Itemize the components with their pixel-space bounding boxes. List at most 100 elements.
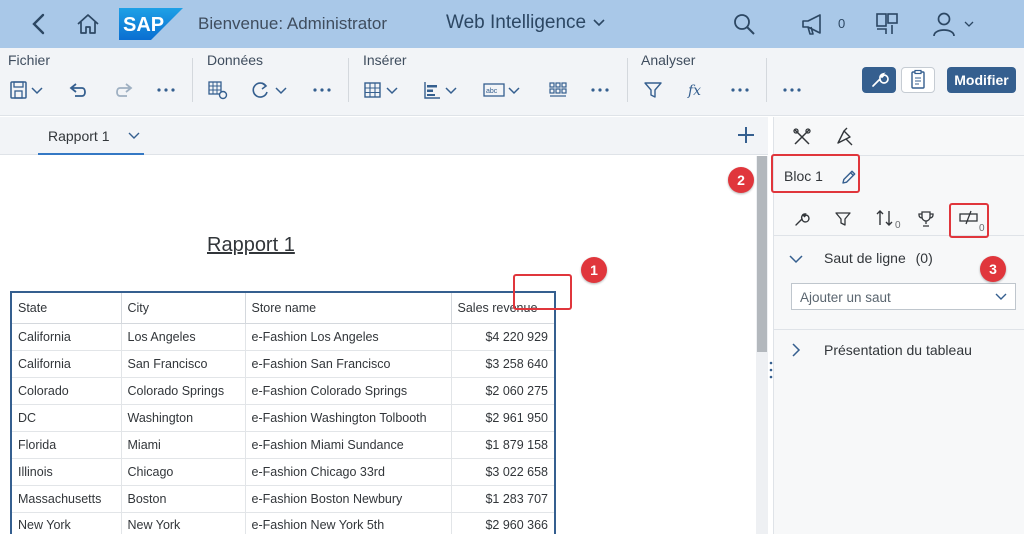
insert-chart-icon[interactable] [422, 80, 460, 100]
table-cell[interactable]: California [11, 323, 122, 351]
chevron-down-icon[interactable] [789, 254, 803, 264]
table-cell[interactable]: Washington [121, 404, 246, 432]
table-cell[interactable]: California [11, 350, 122, 378]
megaphone-icon[interactable] [800, 11, 826, 37]
table-cell[interactable]: Colorado Springs [121, 377, 246, 405]
table-cell[interactable]: Illinois [11, 458, 122, 486]
more-icon[interactable] [311, 80, 333, 100]
more-icon[interactable] [781, 80, 803, 100]
filter-icon[interactable] [834, 210, 852, 228]
add-report-icon[interactable] [736, 125, 756, 145]
chevron-down-icon[interactable] [128, 132, 140, 140]
add-break-select[interactable]: Ajouter un saut [791, 283, 1016, 310]
data-table[interactable]: State City Store name Sales revenue Cali… [10, 291, 556, 534]
more-icon[interactable] [589, 80, 611, 100]
table-cell[interactable]: $1 879 158 [451, 431, 556, 459]
table-cell[interactable]: San Francisco [121, 350, 246, 378]
line-break-section-title[interactable]: Saut de ligne (0) [824, 250, 933, 266]
table-row: California Los Angeles e-Fashion Los Angel… [11, 323, 556, 351]
user-icon[interactable] [932, 11, 956, 37]
table-presentation-title[interactable]: Présentation du tableau [824, 342, 972, 358]
tab-label: Rapport 1 [48, 128, 110, 144]
formula-icon[interactable]: fx [685, 80, 707, 100]
table-cell[interactable]: e-Fashion Colorado Springs [245, 377, 452, 405]
table-cell[interactable]: Los Angeles [121, 323, 246, 351]
table-cell[interactable]: Colorado [11, 377, 122, 405]
table-cell[interactable]: Chicago [121, 458, 246, 486]
table-cell[interactable]: $2 961 950 [451, 404, 556, 432]
chevron-right-icon[interactable] [791, 343, 801, 357]
app-title[interactable]: Web Intelligence [446, 12, 586, 34]
tab-rapport-1[interactable]: Rapport 1 [38, 117, 144, 155]
sap-logo[interactable]: SAP [119, 8, 183, 40]
insert-table-icon[interactable] [363, 80, 401, 100]
trophy-icon[interactable] [917, 210, 935, 228]
data-settings-icon[interactable] [207, 80, 229, 100]
wrench-icon [872, 72, 889, 87]
back-icon[interactable] [28, 12, 52, 36]
build-tools-button[interactable] [862, 67, 896, 93]
table-cell[interactable]: $3 258 640 [451, 350, 556, 378]
table-cell[interactable]: DC [11, 404, 122, 432]
table-cell[interactable]: e-Fashion New York 5th [245, 512, 452, 534]
welcome-text: Bienvenue: Administrator [198, 14, 387, 33]
wrench-icon[interactable] [793, 210, 811, 228]
callout-highlight-2 [771, 154, 860, 193]
table-cell[interactable]: Massachusetts [11, 485, 122, 513]
side-panel: Bloc 1 0 0 Saut de ligne (0) Ajouter un … [771, 117, 1024, 534]
home-icon[interactable] [76, 12, 100, 36]
toolbar-group-insert: Insérer [363, 52, 407, 68]
refresh-icon[interactable] [250, 80, 290, 100]
scrollbar-thumb[interactable] [757, 156, 767, 352]
build-icon[interactable] [792, 127, 812, 147]
clipboard-button[interactable] [901, 67, 935, 93]
insert-cell-icon[interactable]: abc [482, 80, 522, 100]
table-cell[interactable]: New York [121, 512, 246, 534]
table-cell[interactable]: e-Fashion San Francisco [245, 350, 452, 378]
shell-bar: SAP Bienvenue: Administrator Web Intelli… [0, 0, 1024, 48]
report-title[interactable]: Rapport 1 [207, 234, 295, 257]
callout-highlight-3 [949, 203, 989, 238]
table-cell[interactable]: $2 960 366 [451, 512, 556, 534]
table-cell[interactable]: Florida [11, 431, 122, 459]
table-cell[interactable]: e-Fashion Chicago 33rd [245, 458, 452, 486]
panel-separator [774, 329, 1024, 330]
table-cell[interactable]: $4 220 929 [451, 323, 556, 351]
save-icon[interactable] [9, 80, 45, 100]
more-icon[interactable] [155, 80, 177, 100]
table-cell[interactable]: New York [11, 512, 122, 534]
notification-count: 0 [838, 16, 846, 31]
table-cell[interactable]: $2 060 275 [451, 377, 556, 405]
toolbar-separator [627, 58, 628, 102]
search-icon[interactable] [732, 12, 756, 36]
help-products-icon[interactable] [874, 11, 900, 37]
redo-icon[interactable] [112, 80, 134, 100]
insert-grid-icon[interactable] [547, 80, 569, 100]
sort-icon[interactable] [875, 208, 897, 228]
column-header[interactable]: State [11, 292, 122, 324]
report-canvas[interactable]: Rapport 1 State City Store name Sales re… [0, 156, 756, 534]
vertical-scrollbar[interactable] [756, 156, 768, 534]
callout-badge-2: 2 [728, 167, 754, 193]
report-tab-bar: Rapport 1 [0, 117, 768, 155]
more-icon[interactable] [729, 80, 751, 100]
table-cell[interactable]: e-Fashion Boston Newbury [245, 485, 452, 513]
table-cell[interactable]: $1 283 707 [451, 485, 556, 513]
format-paint-icon[interactable] [834, 127, 854, 147]
table-cell[interactable]: e-Fashion Miami Sundance [245, 431, 452, 459]
filter-icon[interactable] [642, 80, 664, 100]
undo-icon[interactable] [68, 80, 90, 100]
toolbar-group-file: Fichier [8, 52, 51, 68]
sort-count: 0 [895, 220, 901, 231]
modify-button[interactable]: Modifier [947, 67, 1016, 93]
column-header[interactable]: City [121, 292, 246, 324]
table-row: Illinois Chicago e-Fashion Chicago 33rd $3 … [11, 458, 556, 486]
column-header[interactable]: Store name [245, 292, 452, 324]
table-cell[interactable]: e-Fashion Washington Tolbooth [245, 404, 452, 432]
table-cell[interactable]: $3 022 658 [451, 458, 556, 486]
table-cell[interactable]: Miami [121, 431, 246, 459]
chevron-down-icon[interactable] [964, 21, 974, 28]
table-cell[interactable]: e-Fashion Los Angeles [245, 323, 452, 351]
chevron-down-icon[interactable] [592, 18, 606, 28]
table-cell[interactable]: Boston [121, 485, 246, 513]
